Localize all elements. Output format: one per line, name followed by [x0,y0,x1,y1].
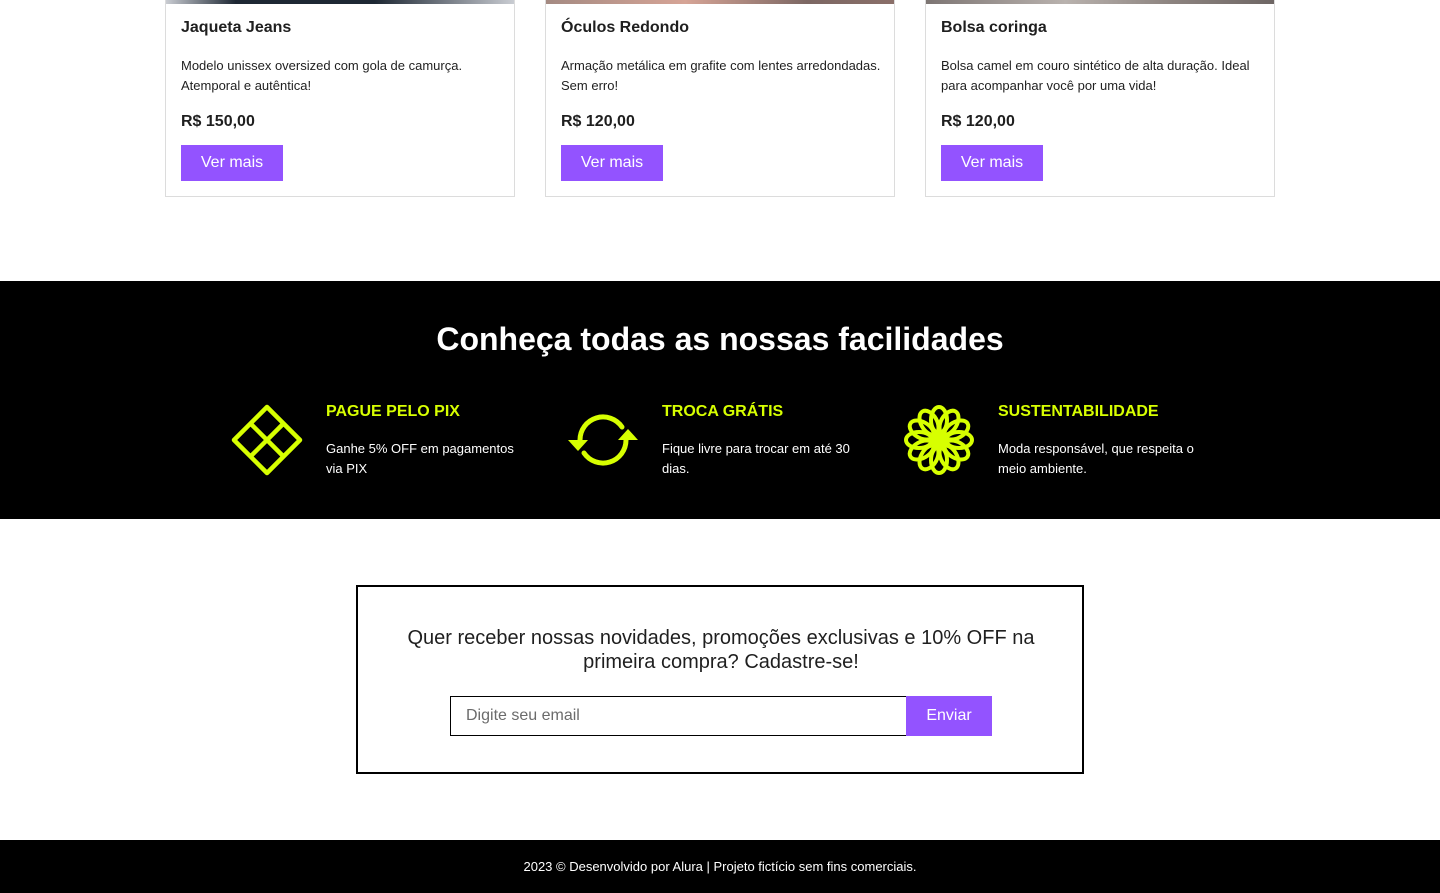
product-description: Bolsa camel em couro sintético de alta d… [941,58,1250,93]
feature-title: SUSTENTABILIDADE [998,403,1159,420]
feature-description: Fique livre para trocar em até 30 dias. [662,441,850,476]
feature-description: Moda responsável, que respeita o meio am… [998,441,1194,476]
feature-item: PAGUE PELO PIX Ganhe 5% OFF em pagamento… [230,401,550,481]
feature-description: Ganhe 5% OFF em pagamentos via PIX [326,441,514,476]
features-title: Conheça todas as nossas facilidades [436,321,1004,357]
product-image [546,0,894,4]
email-input[interactable] [450,696,908,736]
product-card: Bolsa coringa Bolsa camel em couro sinté… [925,0,1275,197]
feature-item: TROCA GRÁTIS Fique livre para trocar em … [566,401,886,481]
product-list: Jaqueta Jeans Modelo unissex oversized c… [165,0,1275,197]
features-section: Conheça todas as nossas facilidades PAGU… [0,281,1440,519]
product-card: Jaqueta Jeans Modelo unissex oversized c… [165,0,515,197]
product-price: R$ 120,00 [941,113,1015,130]
product-name: Bolsa coringa [941,19,1047,36]
exchange-icon [566,403,640,477]
product-name: Óculos Redondo [561,19,689,36]
footer: 2023 © Desenvolvido por Alura | Projeto … [0,840,1440,893]
product-price: R$ 120,00 [561,113,635,130]
product-name: Jaqueta Jeans [181,19,292,36]
newsletter-box: Quer receber nossas novidades, promoções… [356,585,1084,774]
product-description: Armação metálica em grafite com lentes a… [561,58,881,93]
product-card: Óculos Redondo Armação metálica em grafi… [545,0,895,197]
send-button[interactable]: Enviar [906,696,992,736]
feature-title: PAGUE PELO PIX [326,403,460,420]
product-price: R$ 150,00 [181,113,255,130]
footer-text: 2023 © Desenvolvido por Alura | Projeto … [523,859,917,874]
feature-title: TROCA GRÁTIS [662,403,784,420]
feature-item: SUSTENTABILIDADE Moda responsável, que r… [902,401,1222,481]
flower-icon [902,403,976,477]
see-more-button[interactable]: Ver mais [561,145,663,181]
newsletter-text: Quer receber nossas novidades, promoções… [407,627,1035,673]
product-image [926,0,1274,4]
product-image [166,0,514,4]
product-description: Modelo unissex oversized com gola de cam… [181,58,463,93]
see-more-button[interactable]: Ver mais [181,145,283,181]
see-more-button[interactable]: Ver mais [941,145,1043,181]
pix-icon [230,403,304,477]
